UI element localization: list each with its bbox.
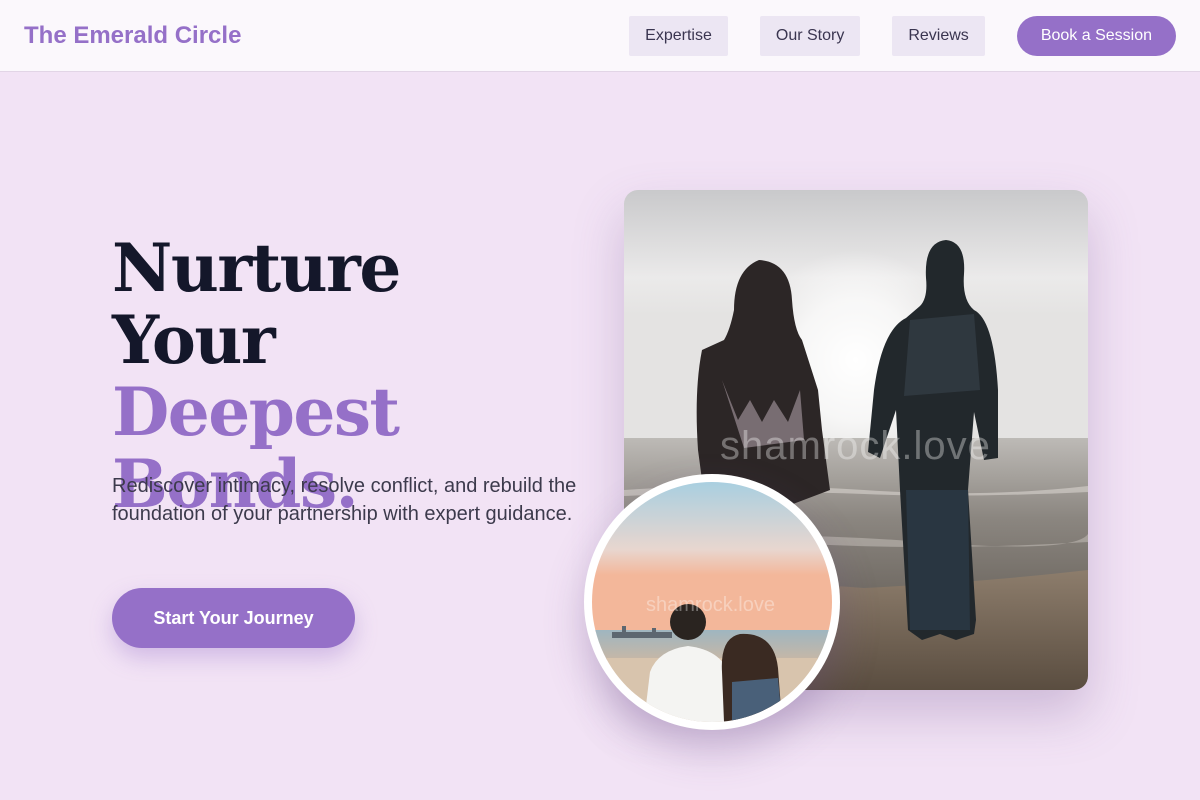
- couple-sunset-photo: [584, 474, 840, 730]
- main-nav: Expertise Our Story Reviews Book a Sessi…: [597, 15, 1176, 56]
- nav-link-our-story[interactable]: Our Story: [759, 15, 861, 56]
- couple-sunset-photo-inner: [592, 482, 832, 722]
- site-header: The Emerald Circle Expertise Our Story R…: [0, 0, 1200, 72]
- hero-title-line-1: Nurture Your: [112, 229, 401, 379]
- brand-logo[interactable]: The Emerald Circle: [24, 22, 241, 50]
- nav-link-expertise[interactable]: Expertise: [629, 15, 728, 56]
- nav-link-reviews[interactable]: Reviews: [892, 15, 985, 56]
- book-session-button[interactable]: Book a Session: [1016, 15, 1176, 56]
- hero-subtitle: Rediscover intimacy, resolve conflict, a…: [112, 475, 577, 525]
- hero-title-line-2: Deepest: [112, 373, 400, 451]
- start-journey-button[interactable]: Start Your Journey: [112, 588, 355, 648]
